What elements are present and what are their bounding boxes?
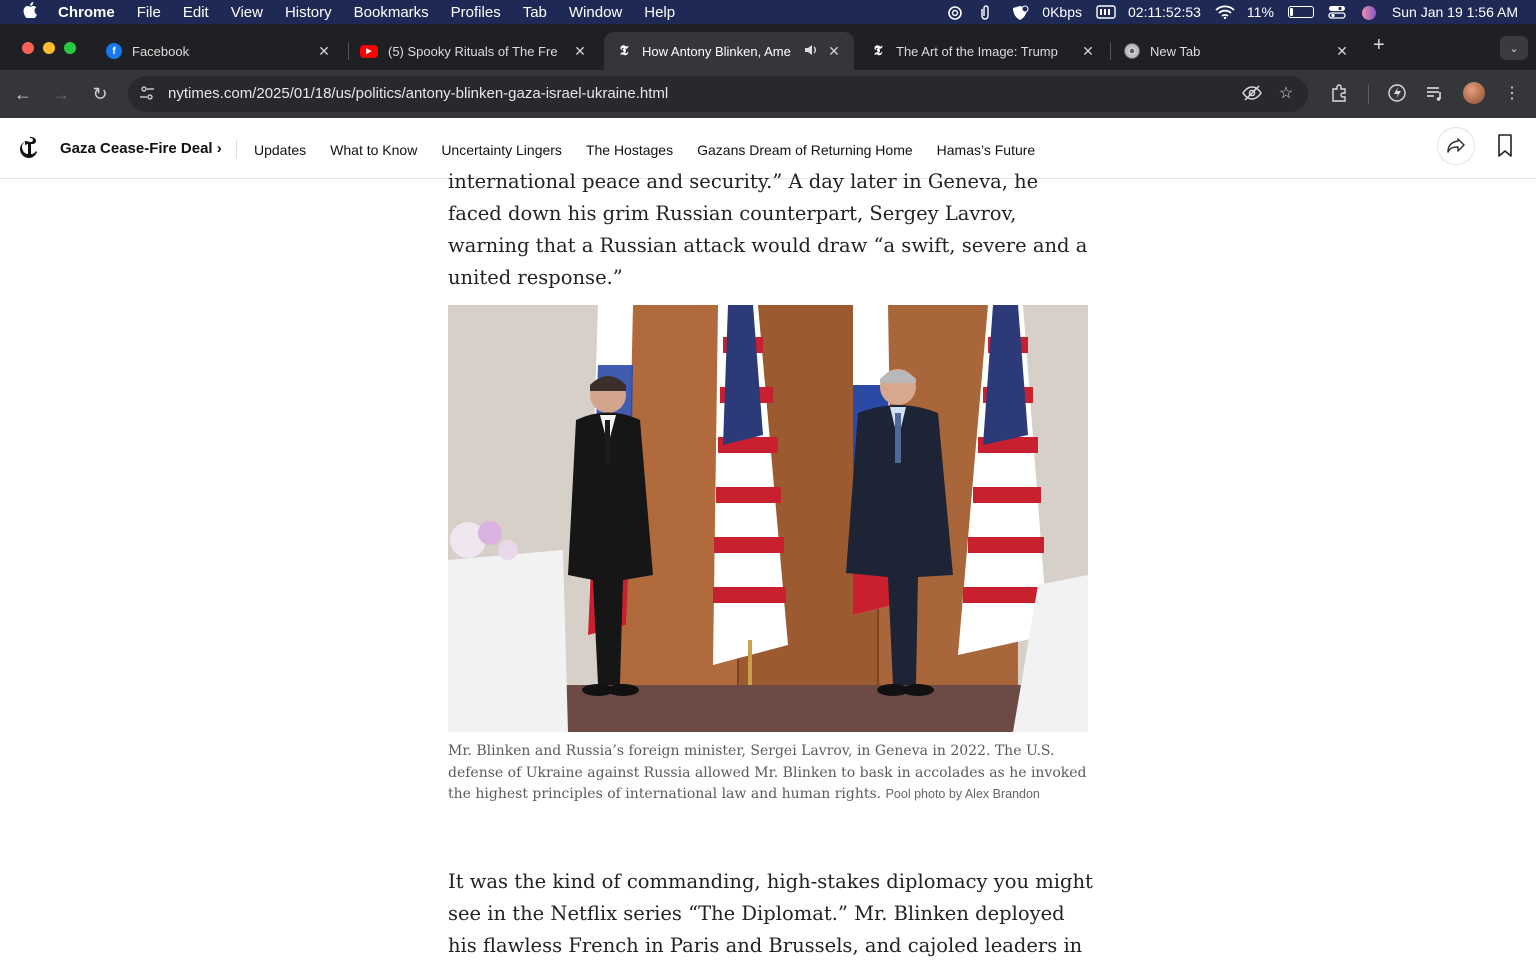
nyt-logo-icon[interactable] [18,135,42,161]
browser-toolbar: ← → ↻ nytimes.com/2025/01/18/us/politics… [0,70,1536,118]
address-bar[interactable]: nytimes.com/2025/01/18/us/politics/anton… [128,76,1308,112]
battery-percent: 11% [1246,4,1274,20]
nyt-icon: 𝕿 [873,43,883,59]
url-text[interactable]: nytimes.com/2025/01/18/us/politics/anton… [168,85,668,102]
section-title-link[interactable]: Gaza Cease-Fire Deal › [60,140,222,157]
extensions-puzzle-icon[interactable] [1329,83,1351,105]
nav-link-hamas-future[interactable]: Hamas’s Future [937,142,1036,158]
section-links: Updates What to Know Uncertainty Lingers… [254,142,1035,158]
article-paragraph: It was the kind of commanding, high-stak… [448,870,1093,957]
wifi-icon[interactable] [1215,5,1235,20]
siri-icon[interactable] [1360,5,1378,20]
article-paragraph: international peace and security.” A day… [448,170,1088,289]
tab-youtube[interactable]: ▶ (5) Spooky Rituals of The Fre ✕ [348,32,600,70]
site-settings-icon[interactable] [138,85,156,103]
tab-close-icon[interactable]: ✕ [316,43,332,60]
eye-slash-icon[interactable] [1242,84,1262,104]
window-zoom-button[interactable] [64,42,76,54]
tab-title: Facebook [132,43,190,59]
menu-edit[interactable]: Edit [183,4,209,21]
apple-menu-icon[interactable] [20,1,40,23]
tab-close-icon[interactable]: ✕ [826,43,842,60]
photo-credit: Pool photo by Alex Brandon [885,787,1040,801]
tab-close-icon[interactable]: ✕ [572,43,588,60]
nav-link-the-hostages[interactable]: The Hostages [586,142,673,158]
performance-icon[interactable] [1386,83,1408,105]
nav-link-updates[interactable]: Updates [254,142,306,158]
battery-icon[interactable] [1287,6,1314,18]
tab-nyt-blinken-active[interactable]: 𝕿 How Antony Blinken, Ame ✕ [604,32,854,70]
photo-caption: Mr. Blinken and Russia’s foreign ministe… [448,741,1088,806]
menu-help[interactable]: Help [644,4,675,21]
tab-title: New Tab [1150,43,1201,59]
tab-title: The Art of the Image: Trump [896,43,1058,59]
facebook-icon: f [106,43,122,59]
tab-new-tab[interactable]: New Tab ✕ [1112,32,1362,70]
vpn-shield-icon[interactable] [1010,5,1029,20]
menu-app-name[interactable]: Chrome [58,4,115,21]
reload-icon[interactable]: ↻ [88,82,112,106]
paperclip-icon[interactable] [978,5,996,20]
window-close-button[interactable] [22,42,34,54]
network-speed: 0Kbps [1042,4,1082,20]
tab-close-icon[interactable]: ✕ [1334,43,1350,60]
chrome-menu-kebab-icon[interactable]: ⋮ [1501,83,1523,105]
menu-file[interactable]: File [137,4,161,21]
menu-history[interactable]: History [285,4,332,21]
tab-search-chevron-icon[interactable]: ⌄ [1500,36,1528,60]
timer-readout: 02:11:52:53 [1128,4,1201,20]
control-center-icon[interactable] [1328,5,1346,19]
bookmark-star-icon[interactable]: ☆ [1276,84,1296,104]
timer-icon [1096,5,1116,19]
menu-view[interactable]: View [231,4,263,21]
macos-menubar: Chrome File Edit View History Bookmarks … [0,0,1536,24]
new-tab-plus-icon[interactable]: + [1373,34,1385,57]
menu-bookmarks[interactable]: Bookmarks [354,4,429,21]
nyt-icon: 𝕿 [619,43,629,59]
profile-avatar[interactable] [1463,82,1485,104]
openai-icon[interactable] [946,5,964,20]
menu-tab[interactable]: Tab [523,4,547,21]
back-arrow-icon[interactable]: ← [11,82,35,106]
nav-link-what-to-know[interactable]: What to Know [330,142,417,158]
tab-title: (5) Spooky Rituals of The Fre [388,43,558,59]
tab-close-icon[interactable]: ✕ [1080,43,1096,60]
tab-nyt-trump[interactable]: 𝕿 The Art of the Image: Trump ✕ [858,32,1108,70]
share-button[interactable] [1437,127,1475,165]
speaker-icon[interactable] [804,44,820,59]
nav-link-uncertainty-lingers[interactable]: Uncertainty Lingers [441,142,562,158]
nav-link-gazans-dream[interactable]: Gazans Dream of Returning Home [697,142,913,158]
tab-title: How Antony Blinken, Ame [642,43,791,59]
tab-facebook[interactable]: f Facebook ✕ [94,32,344,70]
chrome-icon [1124,43,1140,59]
save-bookmark-icon[interactable] [1494,132,1516,160]
media-controls-icon[interactable] [1424,83,1446,105]
youtube-icon: ▶ [360,44,378,58]
article-photo [448,305,1088,732]
menu-window[interactable]: Window [569,4,622,21]
menubar-clock[interactable]: Sun Jan 19 1:56 AM [1392,4,1518,20]
forward-arrow-icon[interactable]: → [49,82,73,106]
menu-profiles[interactable]: Profiles [451,4,501,21]
tab-strip: f Facebook ✕ ▶ (5) Spooky Rituals of The… [0,24,1536,70]
window-minimize-button[interactable] [43,42,55,54]
